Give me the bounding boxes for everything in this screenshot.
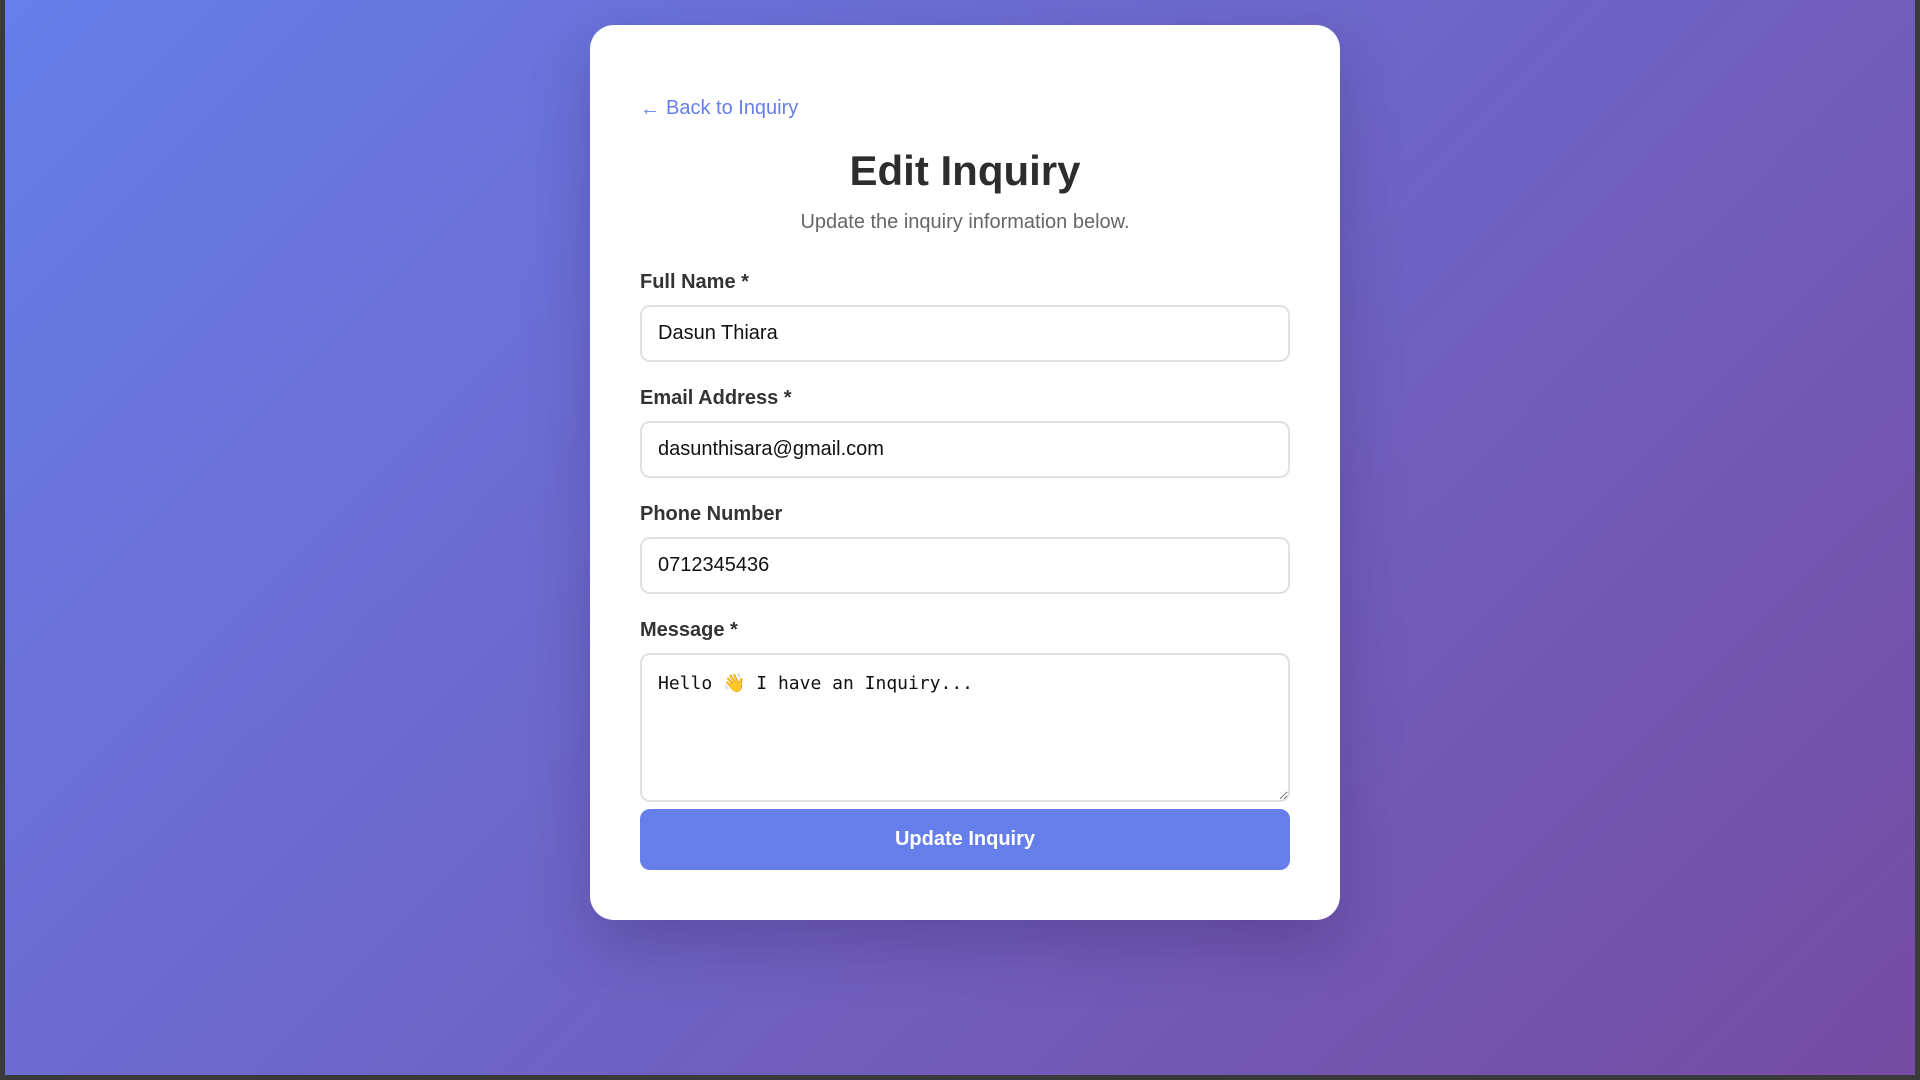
- edit-inquiry-card: ← Back to Inquiry Edit Inquiry Update th…: [590, 25, 1340, 920]
- back-link-label: Back to Inquiry: [666, 97, 799, 119]
- email-label: Email Address *: [640, 387, 792, 409]
- phone-input[interactable]: [640, 537, 1290, 594]
- page-background: ← Back to Inquiry Edit Inquiry Update th…: [5, 0, 1915, 1075]
- message-textarea[interactable]: Hello 👋 I have an Inquiry...: [640, 653, 1290, 802]
- update-inquiry-button[interactable]: Update Inquiry: [640, 809, 1290, 870]
- arrow-left-icon: ←: [640, 97, 660, 120]
- page-title: Edit Inquiry: [849, 147, 1081, 194]
- back-to-inquiry-link[interactable]: ← Back to Inquiry: [640, 97, 798, 120]
- full-name-input[interactable]: [640, 305, 1290, 362]
- full-name-label: Full Name *: [640, 271, 749, 293]
- email-input[interactable]: [640, 421, 1290, 478]
- message-label: Message *: [640, 619, 738, 641]
- page-subtitle: Update the inquiry information below.: [800, 211, 1130, 233]
- phone-label: Phone Number: [640, 503, 783, 525]
